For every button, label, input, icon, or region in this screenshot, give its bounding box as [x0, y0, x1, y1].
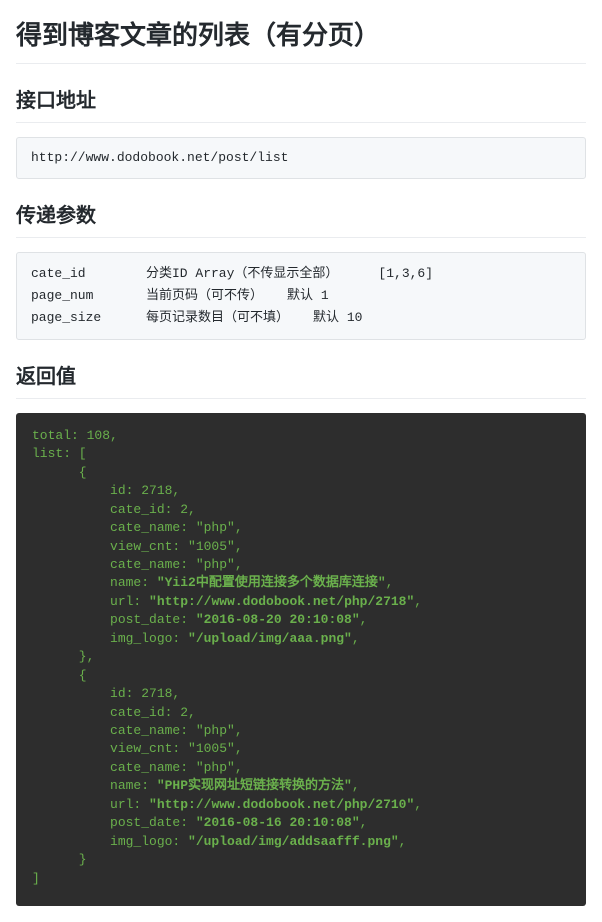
param-desc: 每页记录数目（可不填） [146, 307, 289, 329]
endpoint-url: http://www.dodobook.net/post/list [16, 137, 586, 179]
params-box: cate_id 分类ID Array（不传显示全部） [1,3,6] page_… [16, 252, 586, 340]
param-row: page_size 每页记录数目（可不填） 默认 10 [31, 307, 571, 329]
param-name: page_num [31, 285, 146, 307]
return-code-block: total: 108,list: [ { id: 2718, cate_id: … [16, 413, 586, 906]
endpoint-heading: 接口地址 [16, 86, 586, 123]
params-heading: 传递参数 [16, 201, 586, 238]
param-desc: 分类ID Array（不传显示全部） [146, 263, 338, 285]
param-example: [1,3,6] [378, 263, 433, 285]
param-row: cate_id 分类ID Array（不传显示全部） [1,3,6] [31, 263, 571, 285]
param-desc: 当前页码（可不传） [146, 285, 263, 307]
param-default: 默认 10 [313, 307, 362, 329]
param-default: 默认 1 [287, 285, 329, 307]
page-title: 得到博客文章的列表（有分页） [16, 16, 586, 64]
param-name: page_size [31, 307, 146, 329]
return-heading: 返回值 [16, 362, 586, 399]
param-row: page_num 当前页码（可不传） 默认 1 [31, 285, 571, 307]
param-name: cate_id [31, 263, 146, 285]
